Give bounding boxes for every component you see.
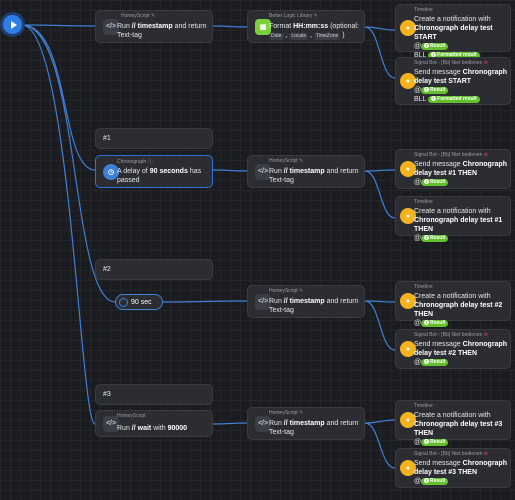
- signal-message-card-1[interactable]: Signal Bot - [Bb] Niet bedienen ⊘ ● Send…: [395, 149, 511, 189]
- homeyscript-timestamp-card-3[interactable]: HomeyScript ✎ </> Run // timestamp and r…: [247, 285, 365, 318]
- timeline-notification-card-3[interactable]: Timeline ● Create a notification with Ch…: [395, 400, 511, 446]
- signal-message-card-3[interactable]: Signal Bot - [Bb] Niet bedienen ⊘ ● Send…: [395, 448, 511, 488]
- pin-icon: ✎: [299, 410, 304, 416]
- play-icon: [10, 20, 17, 29]
- homeyscript-timestamp-card-1[interactable]: HomeyScript ✎ </> Run // timestamp and r…: [95, 10, 213, 43]
- flow-start-button[interactable]: [3, 15, 22, 34]
- pin-icon: ✎: [151, 13, 156, 19]
- disabled-icon: ⊘: [483, 332, 488, 338]
- clock-icon: [119, 297, 128, 307]
- homeyscript-wait-card[interactable]: HomeyScript </> Run // wait with 90000: [95, 410, 213, 437]
- pin-icon: ✎: [299, 288, 304, 294]
- timeline-notification-card-2[interactable]: Timeline ● Create a notification with Ch…: [395, 281, 511, 327]
- section-label-2[interactable]: #2: [95, 259, 213, 280]
- delay-node[interactable]: 90 sec: [115, 294, 163, 310]
- info-icon: ⓘ: [147, 159, 153, 165]
- signal-message-card-start[interactable]: Signal Bot - [Bb] Niet bedienen ⊘ ● Send…: [395, 57, 511, 105]
- chronograph-delay-card[interactable]: Chronograph ⓘ ◷ A delay of 90 seconds ha…: [95, 155, 213, 188]
- pin-icon: ✎: [299, 158, 304, 164]
- timeline-notification-card-1[interactable]: Timeline ● Create a notification with Ch…: [395, 196, 511, 242]
- pin-icon: ✎: [313, 13, 318, 19]
- timeline-notification-card-start[interactable]: Timeline ● Create a notification with Ch…: [395, 4, 511, 59]
- disabled-icon: ⊘: [483, 60, 488, 66]
- disabled-icon: ⊘: [483, 451, 488, 457]
- card-header: HomeyScript: [121, 13, 150, 19]
- homeyscript-timestamp-card-2[interactable]: HomeyScript ✎ </> Run // timestamp and r…: [247, 155, 365, 188]
- section-label-1[interactable]: #1: [95, 128, 213, 149]
- homeyscript-timestamp-card-4[interactable]: HomeyScript ✎ </> Run // timestamp and r…: [247, 407, 365, 440]
- better-logic-format-card[interactable]: Better Logic Library ✎ ▦ Format HH:mm:ss…: [247, 10, 365, 43]
- section-label-3[interactable]: #3: [95, 384, 213, 405]
- signal-message-card-2[interactable]: Signal Bot - [Bb] Niet bedienen ⊘ ● Send…: [395, 329, 511, 369]
- disabled-icon: ⊘: [483, 152, 488, 158]
